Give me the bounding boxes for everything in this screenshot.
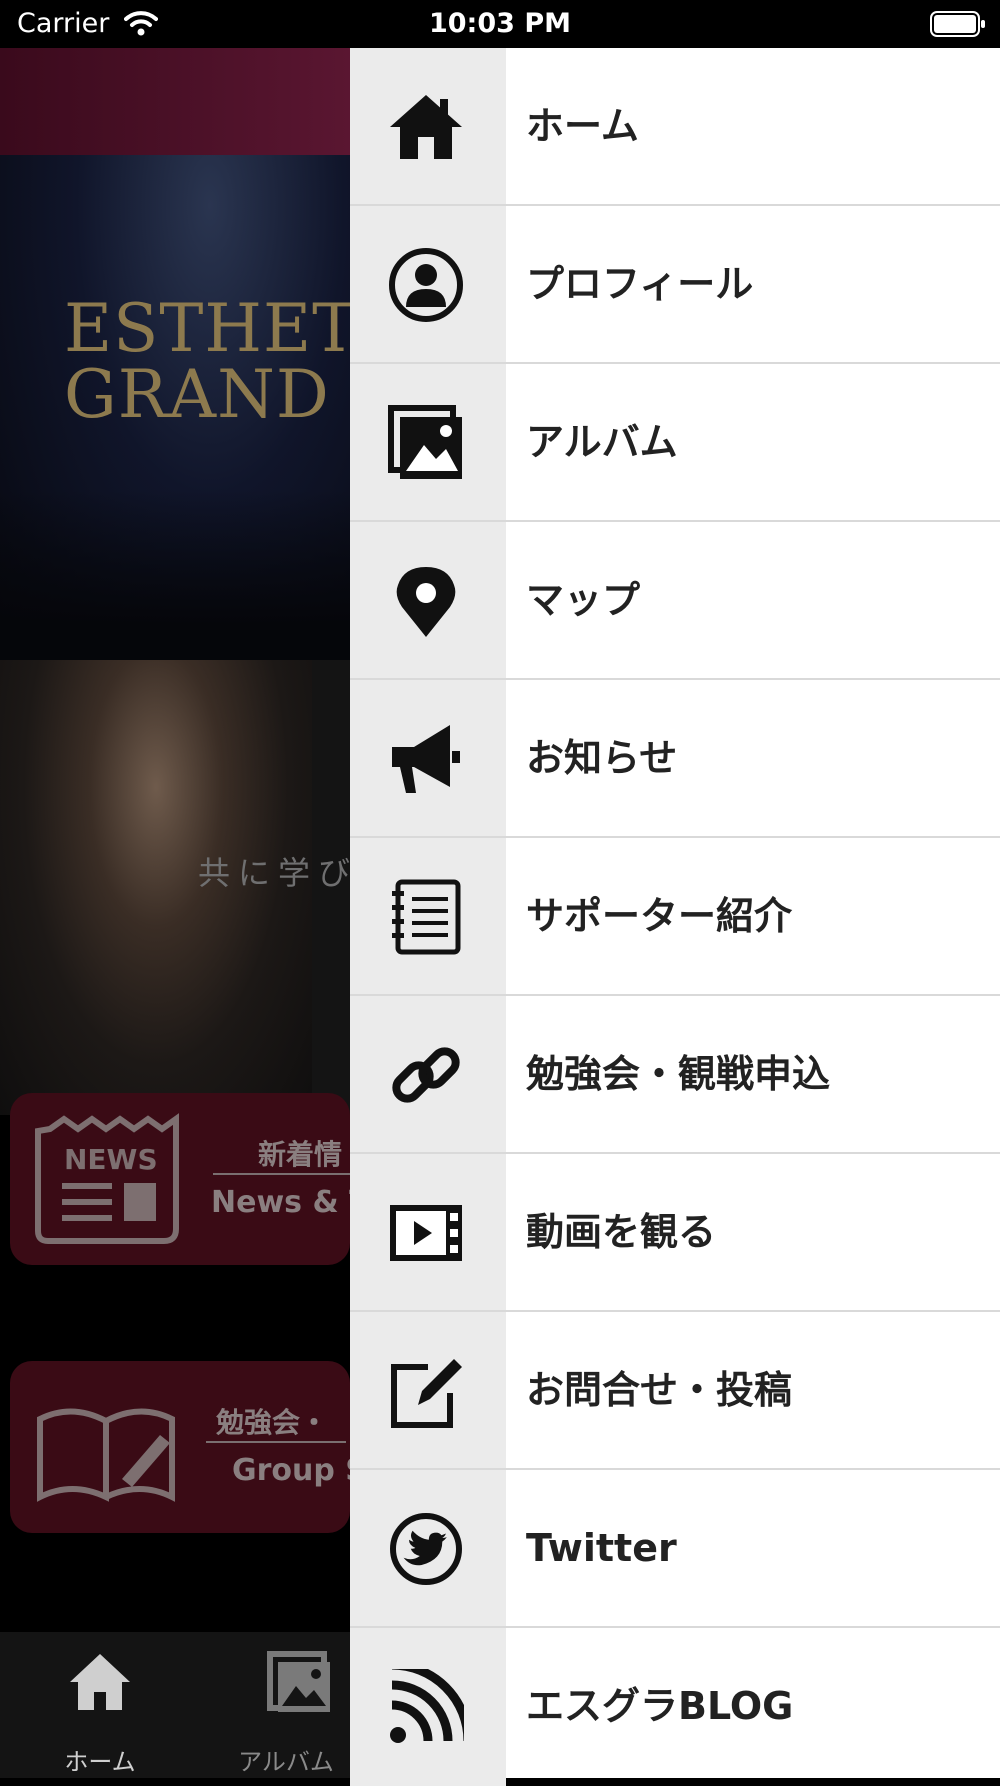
menu-item-label: アルバム — [526, 420, 678, 464]
album-icon — [266, 1650, 334, 1720]
menu-item-contact[interactable]: お問合せ・投稿 — [350, 1312, 1000, 1470]
menu-icon-cell — [350, 1628, 506, 1786]
menu-icon-cell — [350, 838, 506, 994]
hero-banner[interactable]: ESTHETIC GRAND P — [0, 155, 350, 660]
book-icon — [32, 1379, 182, 1523]
battery-icon — [930, 11, 986, 41]
menu-item-label: マップ — [526, 578, 641, 622]
menu-item-registration[interactable]: 勉強会・観戦申込 — [350, 996, 1000, 1154]
profile-icon — [389, 248, 463, 322]
menu-item-label: 動画を観る — [526, 1210, 717, 1254]
news-icon: NEWS — [32, 1111, 182, 1255]
card-divider — [206, 1441, 346, 1443]
menu-icon-cell — [350, 680, 506, 836]
menu-item-map[interactable]: マップ — [350, 522, 1000, 680]
menu-item-label: お知らせ — [526, 736, 678, 780]
study-card-subtitle: Group S — [232, 1453, 350, 1488]
menu-item-label: お問合せ・投稿 — [526, 1368, 793, 1412]
menu-item-label: 勉強会・観戦申込 — [526, 1052, 831, 1096]
album-icon — [388, 405, 462, 479]
menu-item-home[interactable]: ホーム — [350, 48, 1000, 206]
tab-home-label: ホーム — [64, 1748, 136, 1776]
svg-text:NEWS: NEWS — [64, 1143, 158, 1176]
menu-item-twitter[interactable]: Twitter — [350, 1470, 1000, 1628]
side-drawer-menu: ホーム プロフィール アルバム マップ お知らせ サポーター紹介 勉強会・観戦申… — [350, 48, 1000, 1786]
tab-album-label: アルバム — [238, 1748, 334, 1776]
menu-item-news[interactable]: お知らせ — [350, 680, 1000, 838]
menu-item-label: エスグラBLOG — [526, 1684, 794, 1728]
study-card-title: 勉強会・ — [216, 1406, 329, 1439]
map-pin-icon — [396, 567, 456, 637]
home-icon — [66, 1650, 134, 1716]
menu-icon-cell — [350, 364, 506, 520]
menu-icon-cell — [350, 1154, 506, 1310]
study-card[interactable]: 勉強会・ Group S — [10, 1361, 350, 1533]
status-time: 10:03 PM — [428, 8, 571, 39]
tab-album[interactable]: アルバム — [200, 1632, 350, 1778]
video-icon — [390, 1205, 462, 1261]
photo-caption: 共に学び — [198, 854, 350, 892]
menu-icon-cell — [350, 996, 506, 1152]
menu-item-label: サポーター紹介 — [526, 894, 793, 938]
edit-icon — [391, 1359, 462, 1428]
menu-icon-cell — [350, 1312, 506, 1468]
news-card-title: 新着情 — [258, 1138, 343, 1171]
tab-bar: ホーム アルバム — [0, 1632, 350, 1778]
tab-home[interactable]: ホーム — [0, 1632, 175, 1778]
background-home-screen: ESTHETIC GRAND P 共に学び NEWS 新着情 News & T — [0, 48, 350, 1778]
menu-item-label: Twitter — [526, 1526, 677, 1570]
menu-item-blog[interactable]: エスグラBLOG — [350, 1628, 1000, 1786]
card-divider — [213, 1173, 350, 1175]
menu-item-album[interactable]: アルバム — [350, 364, 1000, 522]
news-card[interactable]: NEWS 新着情 News & T — [10, 1093, 350, 1265]
menu-icon-cell — [350, 48, 506, 204]
notebook-icon — [392, 879, 461, 955]
rss-icon — [390, 1669, 464, 1743]
menu-icon-cell — [350, 206, 506, 362]
status-bar: Carrier 10:03 PM — [0, 0, 1000, 48]
menu-item-label: ホーム — [526, 104, 639, 148]
home-icon — [390, 95, 462, 159]
menu-item-video[interactable]: 動画を観る — [350, 1154, 1000, 1312]
megaphone-icon — [392, 725, 460, 793]
hero-crowd — [0, 490, 350, 660]
link-icon — [392, 1047, 460, 1103]
menu-item-supporters[interactable]: サポーター紹介 — [350, 838, 1000, 996]
news-card-subtitle: News & T — [211, 1185, 350, 1220]
menu-icon-cell — [350, 522, 506, 678]
twitter-icon — [390, 1513, 462, 1585]
menu-item-label: プロフィール — [526, 262, 754, 306]
menu-item-profile[interactable]: プロフィール — [350, 206, 1000, 364]
hero-title: ESTHETIC GRAND P — [64, 290, 350, 433]
app-header — [0, 48, 350, 155]
menu-icon-cell — [350, 1470, 506, 1626]
